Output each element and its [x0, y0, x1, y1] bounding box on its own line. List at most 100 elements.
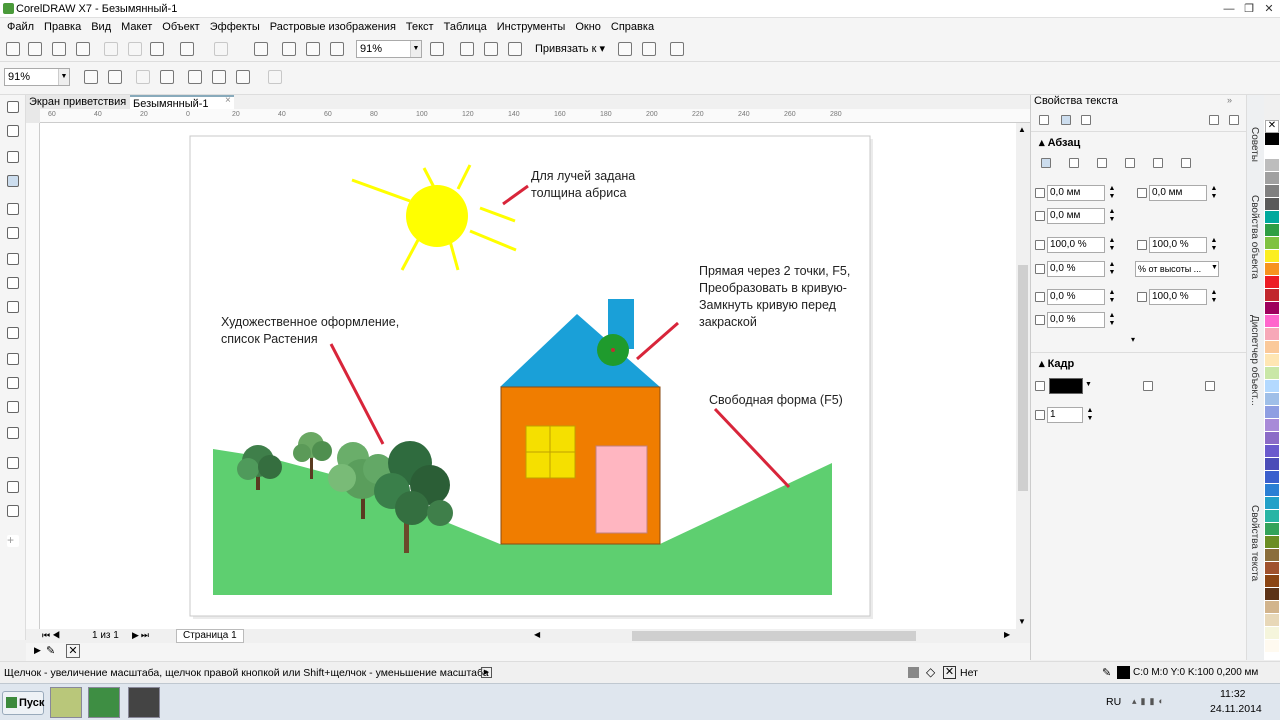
palette-expand-icon[interactable]: ▶: [34, 645, 41, 656]
launch-dropdown-icon[interactable]: [670, 42, 684, 56]
menu-bitmaps[interactable]: Растровые изображения: [265, 18, 401, 36]
color-swatch[interactable]: [1265, 458, 1279, 471]
color-swatch[interactable]: [1265, 211, 1279, 224]
close-tab-icon[interactable]: ×: [225, 95, 231, 106]
color-swatch[interactable]: [1265, 497, 1279, 510]
frame-fill-color-swatch[interactable]: [1049, 378, 1083, 394]
parallel-dimension-tool-icon[interactable]: [7, 353, 19, 365]
color-swatch[interactable]: [1265, 198, 1279, 211]
color-swatch[interactable]: [1265, 393, 1279, 406]
side-tab-text-properties[interactable]: Свойства текста: [1249, 505, 1260, 581]
indent-left-field[interactable]: 0,0 мм: [1047, 185, 1105, 201]
color-swatch[interactable]: [1265, 237, 1279, 250]
align-center-icon[interactable]: [1097, 158, 1107, 168]
page-next-last-icons[interactable]: ▶⏭: [132, 630, 151, 641]
snap-to-dropdown[interactable]: Привязать к ▾: [535, 42, 605, 55]
zoom-page-icon[interactable]: [188, 70, 202, 84]
spinner-icon[interactable]: ▲ ▼: [1209, 289, 1219, 305]
application-launcher-icon[interactable]: [642, 42, 656, 56]
zoom-level-combo[interactable]: 91% ▼: [356, 40, 422, 58]
color-swatch[interactable]: [1265, 328, 1279, 341]
menu-view[interactable]: Вид: [86, 18, 116, 36]
spinner-icon[interactable]: ▲ ▼: [1107, 185, 1117, 201]
copy-icon[interactable]: [128, 42, 142, 56]
ruler-origin[interactable]: [26, 109, 40, 123]
frame-color-options-icon[interactable]: [1143, 381, 1153, 391]
force-justify-icon[interactable]: [1181, 158, 1191, 168]
docker-menu-icon[interactable]: [1229, 115, 1239, 125]
color-swatch[interactable]: [1265, 406, 1279, 419]
color-swatch[interactable]: [1265, 419, 1279, 432]
taskbar-app-coreldraw[interactable]: [88, 687, 120, 718]
paragraph-section-title[interactable]: ▴ Абзац: [1039, 136, 1080, 149]
vertical-scroll-thumb[interactable]: [1018, 265, 1028, 491]
color-swatch[interactable]: [1265, 289, 1279, 302]
spacing-before-field[interactable]: 100,0 %: [1047, 237, 1105, 253]
ellipse-tool-icon[interactable]: [7, 277, 19, 289]
page-tab[interactable]: Страница 1: [176, 629, 244, 643]
menu-edit[interactable]: Правка: [39, 18, 86, 36]
color-swatch[interactable]: [1265, 276, 1279, 289]
taskbar-app-camera[interactable]: [128, 687, 160, 718]
tray-icons[interactable]: ▴▮▮◐: [1132, 696, 1212, 708]
zoom-page-height-icon[interactable]: [236, 70, 250, 84]
color-swatch[interactable]: [1265, 445, 1279, 458]
text-tool-icon[interactable]: [7, 327, 19, 339]
spinner-icon[interactable]: ▲ ▼: [1107, 237, 1117, 253]
color-swatch[interactable]: [1265, 536, 1279, 549]
color-swatch[interactable]: [1265, 627, 1279, 640]
print-icon[interactable]: [76, 42, 90, 56]
frame-settings-icon[interactable]: [1205, 381, 1215, 391]
redo-icon[interactable]: [214, 42, 228, 56]
language-indicator[interactable]: RU: [1106, 696, 1121, 708]
menu-help[interactable]: Справка: [606, 18, 659, 36]
export-icon[interactable]: [306, 42, 320, 56]
color-swatch[interactable]: [1265, 133, 1279, 146]
color-swatch[interactable]: [1265, 562, 1279, 575]
scroll-up-icon[interactable]: ▲: [1018, 125, 1026, 134]
menu-window[interactable]: Окно: [570, 18, 606, 36]
color-swatch[interactable]: [1265, 640, 1279, 653]
color-swatch[interactable]: [1265, 367, 1279, 380]
expand-more-icon[interactable]: ▾: [1131, 335, 1135, 344]
undo-icon[interactable]: [180, 42, 194, 56]
vertical-ruler[interactable]: [26, 109, 40, 629]
close-button[interactable]: ✕: [1262, 2, 1276, 16]
side-tab-object-properties[interactable]: Свойства объекта: [1249, 195, 1260, 279]
spinner-icon[interactable]: ▲ ▼: [1085, 407, 1095, 423]
drop-shadow-tool-icon[interactable]: [7, 401, 19, 413]
crop-tool-icon[interactable]: [7, 151, 19, 163]
color-swatch[interactable]: [1265, 159, 1279, 172]
taskbar-app-explorer[interactable]: [50, 687, 82, 718]
align-none-icon[interactable]: [1041, 158, 1051, 168]
spinner-icon[interactable]: ▲ ▼: [1107, 312, 1117, 328]
indent-right-field[interactable]: 0,0 мм: [1149, 185, 1207, 201]
property-zoom-combo[interactable]: 91% ▼: [4, 68, 70, 86]
color-swatch[interactable]: [1265, 614, 1279, 627]
color-swatch[interactable]: [1265, 510, 1279, 523]
paragraph-icon[interactable]: [1061, 115, 1071, 125]
character-spacing-field[interactable]: 0,0 %: [1047, 312, 1105, 328]
rectangle-tool-icon[interactable]: [7, 253, 19, 265]
side-tab-object-manager[interactable]: Диспетчер объект...: [1249, 315, 1260, 406]
side-tab-hints[interactable]: Советы: [1249, 127, 1260, 162]
save-icon[interactable]: [52, 42, 66, 56]
line-spacing-unit-select[interactable]: % от высоты ...: [1135, 261, 1219, 277]
smart-fill-tool-icon[interactable]: [7, 505, 19, 517]
transparency-tool-icon[interactable]: [7, 427, 19, 439]
align-left-icon[interactable]: [1069, 158, 1079, 168]
eyedropper-tool-icon[interactable]: [7, 457, 19, 469]
zoom-tool-icon[interactable]: [7, 175, 19, 187]
menu-object[interactable]: Объект: [157, 18, 204, 36]
color-swatch[interactable]: [1265, 432, 1279, 445]
polygon-tool-icon[interactable]: [7, 301, 19, 313]
show-guides-icon[interactable]: [508, 42, 522, 56]
color-swatch[interactable]: [1265, 146, 1279, 159]
language-spacing-field[interactable]: 0,0 %: [1047, 289, 1105, 305]
spinner-icon[interactable]: ▲ ▼: [1209, 185, 1219, 201]
color-swatch[interactable]: [1265, 471, 1279, 484]
color-swatch[interactable]: [1265, 588, 1279, 601]
open-icon[interactable]: [28, 42, 42, 56]
color-swatch[interactable]: [1265, 172, 1279, 185]
fill-bucket-icon[interactable]: ◇: [926, 665, 935, 679]
